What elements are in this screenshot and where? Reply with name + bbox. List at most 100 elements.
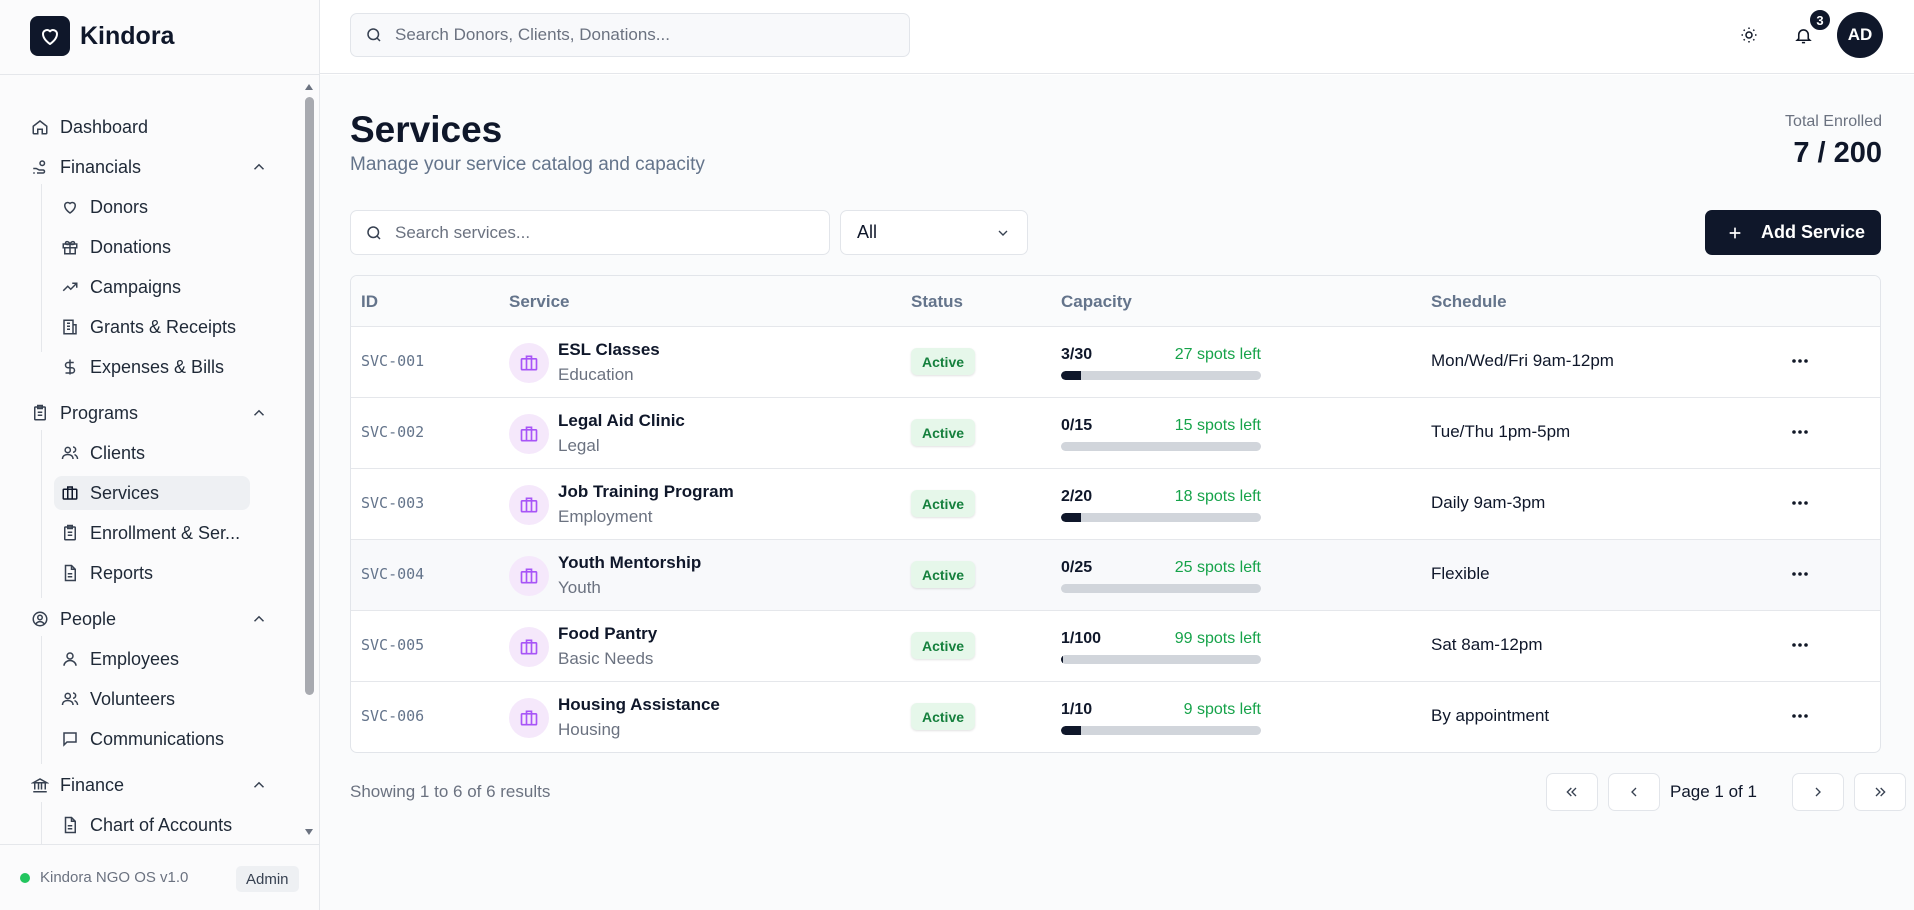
capacity-bar-fill (1061, 371, 1081, 380)
chevron-down-icon (995, 225, 1011, 241)
column-header-id[interactable]: ID (361, 292, 378, 312)
app-version: Kindora NGO OS v1.0 (40, 869, 189, 886)
sidebar-item-label: Chart of Accounts (90, 814, 233, 835)
service-search[interactable] (350, 210, 830, 255)
sidebar-item-reports[interactable]: Reports (60, 556, 153, 590)
sidebar-nav: Dashboard Financials Donors Donations Ca… (0, 74, 300, 844)
sidebar-item-label: Employees (90, 648, 180, 669)
capacity-count: 0/25 (1061, 559, 1093, 576)
service-schedule: By appointment (1431, 706, 1550, 725)
last-page-button[interactable] (1854, 773, 1906, 811)
table-row[interactable]: SVC-006 Housing Assistance Housing Activ… (351, 682, 1880, 752)
sidebar-item-label: Donors (90, 196, 149, 217)
chevron-up-icon[interactable] (250, 776, 268, 794)
scroll-up-arrow[interactable] (304, 83, 314, 91)
filter-value: All (857, 222, 878, 242)
sidebar: Kindora Dashboard Financials Donors Dona… (0, 0, 320, 910)
more-horizontal-icon[interactable] (1787, 348, 1813, 374)
sidebar-group-finance[interactable]: Finance (30, 768, 124, 802)
brand[interactable]: Kindora (30, 16, 174, 56)
sidebar-item-volunteers[interactable]: Volunteers (60, 682, 175, 716)
chevron-left-icon (1626, 784, 1642, 800)
sidebar-item-label: Communications (90, 728, 225, 749)
sidebar-item-donations[interactable]: Donations (60, 230, 171, 264)
column-header-service[interactable]: Service (509, 292, 570, 312)
sidebar-item-campaigns[interactable]: Campaigns (60, 270, 181, 304)
sidebar-item-communications[interactable]: Communications (60, 722, 224, 756)
chevron-up-icon[interactable] (250, 158, 268, 176)
add-service-button[interactable]: Add Service (1705, 210, 1881, 255)
table-row[interactable]: SVC-002 Legal Aid Clinic Legal Active 0/… (351, 398, 1880, 469)
previous-page-button[interactable] (1608, 773, 1660, 811)
capacity-count: 2/20 (1061, 488, 1093, 505)
sidebar-group-people[interactable]: People (30, 602, 116, 636)
sidebar-item-enrollment[interactable]: Enrollment & Ser... (60, 516, 240, 550)
home-icon (30, 117, 50, 137)
total-enrolled-value: 7 / 200 (1793, 137, 1882, 169)
heart-icon (60, 197, 80, 217)
capacity-bar-fill (1061, 513, 1081, 522)
column-header-capacity[interactable]: Capacity (1061, 292, 1132, 312)
sidebar-scrollbar[interactable] (305, 97, 314, 695)
status-filter-select[interactable]: All (840, 210, 1028, 255)
global-search[interactable] (350, 13, 910, 57)
sidebar-item-services[interactable]: Services (54, 476, 250, 510)
message-square-icon (60, 729, 80, 749)
clipboard-list-icon (60, 523, 80, 543)
theme-toggle-button[interactable] (1734, 20, 1764, 50)
column-header-status[interactable]: Status (911, 292, 963, 312)
sidebar-footer: Kindora NGO OS v1.0 Admin (0, 844, 319, 910)
users-icon (60, 689, 80, 709)
sidebar-group-label: Finance (60, 774, 125, 795)
sidebar-item-chart-of-accounts[interactable]: Chart of Accounts (60, 808, 232, 842)
briefcase-icon (509, 556, 549, 596)
table-row[interactable]: SVC-001 ESL Classes Education Active 3/3… (351, 327, 1880, 398)
service-id: SVC-001 (361, 352, 425, 370)
global-search-input[interactable] (395, 25, 875, 45)
online-status-dot (20, 872, 30, 883)
more-horizontal-icon[interactable] (1787, 703, 1813, 729)
service-id: SVC-006 (361, 707, 425, 725)
bell-icon (1794, 26, 1813, 45)
more-horizontal-icon[interactable] (1787, 419, 1813, 445)
capacity-bar (1061, 513, 1261, 522)
sidebar-item-label: Grants & Receipts (90, 316, 237, 337)
page-subtitle: Manage your service catalog and capacity (350, 154, 705, 175)
service-name: Job Training Program (558, 482, 734, 501)
sidebar-item-dashboard[interactable]: Dashboard (30, 110, 148, 144)
next-page-button[interactable] (1792, 773, 1844, 811)
chevron-up-icon[interactable] (250, 610, 268, 628)
service-name: Housing Assistance (558, 695, 720, 714)
sidebar-item-expenses[interactable]: Expenses & Bills (60, 350, 224, 384)
column-header-schedule[interactable]: Schedule (1431, 292, 1507, 312)
sidebar-item-grants[interactable]: Grants & Receipts (60, 310, 236, 344)
spots-left: 25 spots left (1174, 559, 1261, 576)
service-schedule: Mon/Wed/Fri 9am-12pm (1431, 351, 1614, 370)
sidebar-group-financials[interactable]: Financials (30, 150, 141, 184)
table-header: ID Service Status Capacity Schedule (351, 276, 1880, 327)
sidebar-item-label: Volunteers (90, 688, 176, 709)
sidebar-group-programs[interactable]: Programs (30, 396, 138, 430)
table-row[interactable]: SVC-004 Youth Mentorship Youth Active 0/… (351, 540, 1880, 611)
avatar[interactable]: AD (1837, 12, 1883, 58)
file-text-icon (60, 563, 80, 583)
plus-icon (1727, 225, 1743, 241)
more-horizontal-icon[interactable] (1787, 561, 1813, 587)
sidebar-item-clients[interactable]: Clients (60, 436, 145, 470)
more-horizontal-icon[interactable] (1787, 490, 1813, 516)
chevron-up-icon[interactable] (250, 404, 268, 422)
scroll-down-arrow[interactable] (304, 828, 314, 836)
more-horizontal-icon[interactable] (1787, 632, 1813, 658)
service-search-input[interactable] (395, 222, 795, 243)
status-badge: Active (911, 561, 976, 588)
first-page-button[interactable] (1546, 773, 1598, 811)
service-category: Education (558, 365, 634, 384)
brand-name: Kindora (80, 21, 175, 50)
table-row[interactable]: SVC-005 Food Pantry Basic Needs Active 1… (351, 611, 1880, 682)
sidebar-item-employees[interactable]: Employees (60, 642, 179, 676)
sidebar-item-donors[interactable]: Donors (60, 190, 148, 224)
heart-icon (30, 16, 70, 56)
sidebar-item-label: Enrollment & Ser... (90, 522, 241, 543)
table-row[interactable]: SVC-003 Job Training Program Employment … (351, 469, 1880, 540)
sidebar-item-label: Clients (90, 442, 146, 463)
